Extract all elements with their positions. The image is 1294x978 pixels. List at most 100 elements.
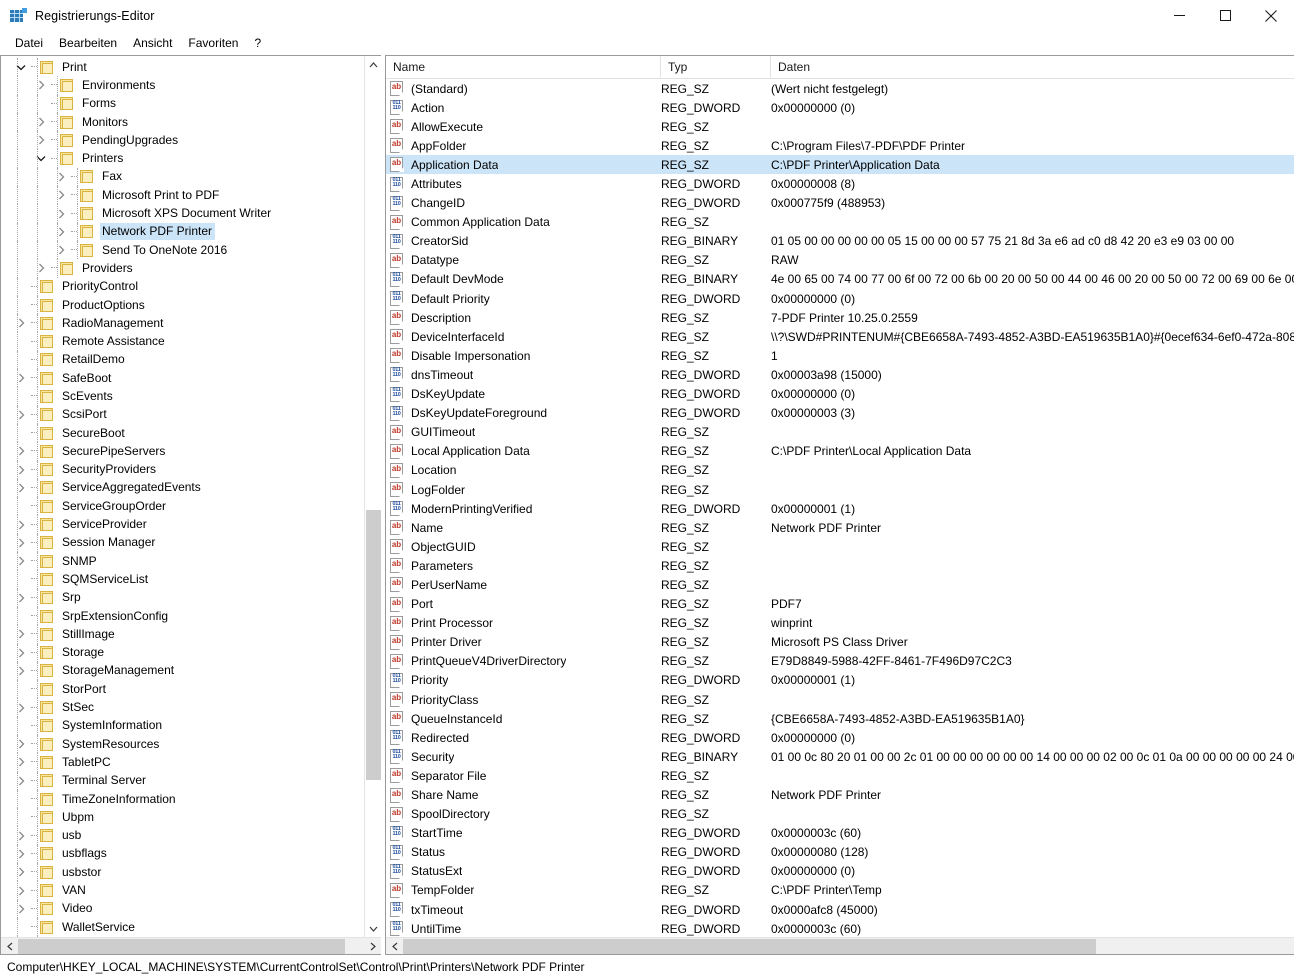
tree-node[interactable]: usb	[1, 826, 364, 845]
registry-value-row[interactable]: ab Share Name REG_SZ Network PDF Printer	[386, 785, 1294, 804]
registry-value-row[interactable]: 011 110 Redirected REG_DWORD 0x00000000 (0)	[386, 728, 1294, 747]
chevron-right-icon[interactable]	[13, 644, 29, 662]
registry-value-row[interactable]: 011 110 ChangeID REG_DWORD 0x000775f9 (48895…	[386, 194, 1294, 213]
tree-node[interactable]: Storage	[1, 643, 364, 662]
chevron-right-icon[interactable]	[13, 479, 29, 497]
tree-node[interactable]: Network PDF Printer	[1, 222, 364, 241]
chevron-down-icon[interactable]	[13, 58, 29, 76]
chevron-right-icon[interactable]	[13, 516, 29, 534]
tree-node[interactable]: ScEvents	[1, 387, 364, 406]
registry-value-row[interactable]: ab Application Data REG_SZ C:\PDF Printer\A…	[386, 155, 1294, 175]
registry-value-row[interactable]: ab PriorityClass REG_SZ	[386, 690, 1294, 709]
chevron-right-icon[interactable]	[13, 406, 29, 424]
tree-node[interactable]: wcncsvc	[1, 936, 364, 937]
registry-value-row[interactable]: ab PerUserName REG_SZ	[386, 575, 1294, 594]
tree-node[interactable]: TabletPC	[1, 753, 364, 772]
chevron-right-icon[interactable]	[33, 76, 49, 94]
registry-values-list[interactable]: ab (Standard) REG_SZ (Wert nicht festgelegt…	[386, 79, 1294, 937]
registry-value-row[interactable]: ab LogFolder REG_SZ	[386, 480, 1294, 499]
registry-value-row[interactable]: ab AppFolder REG_SZ C:\Program Files\7-PDF\…	[386, 136, 1294, 155]
tree-hscroll-track[interactable]	[18, 938, 364, 954]
chevron-right-icon[interactable]	[13, 936, 29, 937]
registry-value-row[interactable]: ab Name REG_SZ Network PDF Printer	[386, 518, 1294, 537]
tree-node[interactable]: Microsoft XPS Document Writer	[1, 204, 364, 223]
chevron-right-icon[interactable]	[33, 259, 49, 277]
registry-value-row[interactable]: 011 110 DsKeyUpdateForeground REG_DWORD 0x00…	[386, 404, 1294, 423]
chevron-right-icon[interactable]	[53, 223, 69, 241]
registry-value-row[interactable]: 011 110 ModernPrintingVerified REG_DWORD 0x0…	[386, 499, 1294, 518]
tree-horizontal-scrollbar[interactable]	[1, 937, 381, 954]
chevron-right-icon[interactable]	[13, 589, 29, 607]
registry-value-row[interactable]: ab Common Application Data REG_SZ	[386, 213, 1294, 232]
tree-node[interactable]: Session Manager	[1, 533, 364, 553]
list-scroll-left-button[interactable]	[386, 938, 403, 954]
tree-scroll-left-button[interactable]	[1, 938, 18, 954]
tree-node[interactable]: TimeZoneInformation	[1, 789, 364, 809]
chevron-right-icon[interactable]	[13, 461, 29, 479]
chevron-right-icon[interactable]	[13, 552, 29, 570]
chevron-right-icon[interactable]	[33, 113, 49, 131]
menu-favoriten[interactable]: Favoriten	[180, 34, 246, 53]
tree-node[interactable]: Send To OneNote 2016	[1, 240, 364, 260]
tree-node[interactable]: Monitors	[1, 112, 364, 132]
tree-scroll-thumb[interactable]	[366, 510, 381, 780]
tree-node[interactable]: SystemInformation	[1, 716, 364, 735]
tree-node[interactable]: Environments	[1, 76, 364, 95]
tree-node[interactable]: usbflags	[1, 844, 364, 864]
close-button[interactable]	[1248, 0, 1294, 32]
registry-value-row[interactable]: ab DeviceInterfaceId REG_SZ \\?\SWD#PRINTEN…	[386, 327, 1294, 346]
chevron-right-icon[interactable]	[13, 314, 29, 332]
tree-node[interactable]: Forms	[1, 94, 364, 113]
menu-hilfe[interactable]: ?	[246, 34, 269, 53]
tree-hscroll-thumb[interactable]	[18, 939, 345, 954]
registry-value-row[interactable]: 011 110 Status REG_DWORD 0x00000080 (128)	[386, 843, 1294, 862]
tree-node[interactable]: StorPort	[1, 680, 364, 699]
tree-node[interactable]: Video	[1, 899, 364, 918]
tree-node[interactable]: Terminal Server	[1, 771, 364, 790]
tree-scroll-right-button[interactable]	[364, 938, 381, 954]
registry-value-row[interactable]: ab GUITimeout REG_SZ	[386, 423, 1294, 442]
tree-node[interactable]: SafeBoot	[1, 369, 364, 388]
tree-scroll-up-button[interactable]	[365, 56, 381, 73]
chevron-right-icon[interactable]	[33, 131, 49, 149]
tree-node[interactable]: StorageManagement	[1, 661, 364, 681]
tree-node[interactable]: usbstor	[1, 863, 364, 882]
tree-node[interactable]: Microsoft Print to PDF	[1, 186, 364, 205]
tree-vertical-scrollbar[interactable]	[364, 56, 381, 937]
tree-node[interactable]: SrpExtensionConfig	[1, 606, 364, 626]
registry-value-row[interactable]: ab ObjectGUID REG_SZ	[386, 537, 1294, 556]
tree-node[interactable]: SNMP	[1, 552, 364, 571]
registry-value-row[interactable]: ab Port REG_SZ PDF7	[386, 595, 1294, 614]
tree-node[interactable]: Ubpm	[1, 808, 364, 827]
chevron-right-icon[interactable]	[53, 205, 69, 223]
registry-value-row[interactable]: ab AllowExecute REG_SZ	[386, 117, 1294, 136]
registry-value-row[interactable]: 011 110 UntilTime REG_DWORD 0x0000003c (60)	[386, 919, 1294, 937]
registry-value-row[interactable]: ab Datatype REG_SZ RAW	[386, 251, 1294, 270]
tree-node[interactable]: ServiceProvider	[1, 515, 364, 534]
tree-node[interactable]: ServiceGroupOrder	[1, 497, 364, 516]
tree-node[interactable]: Srp	[1, 588, 364, 607]
chevron-down-icon[interactable]	[33, 150, 49, 168]
registry-value-row[interactable]: ab SpoolDirectory REG_SZ	[386, 805, 1294, 824]
tree-node[interactable]: RetailDemo	[1, 350, 364, 370]
tree-node[interactable]: Providers	[1, 259, 364, 278]
tree-node[interactable]: Print	[1, 58, 364, 77]
menu-bearbeiten[interactable]: Bearbeiten	[51, 34, 125, 53]
chevron-right-icon[interactable]	[53, 186, 69, 204]
tree-node[interactable]: StillImage	[1, 625, 364, 644]
tree-node[interactable]: SQMServiceList	[1, 570, 364, 589]
registry-value-row[interactable]: ab Printer Driver REG_SZ Microsoft PS Class…	[386, 633, 1294, 652]
tree-node[interactable]: StSec	[1, 698, 364, 717]
chevron-right-icon[interactable]	[13, 735, 29, 753]
maximize-button[interactable]	[1202, 0, 1248, 32]
chevron-right-icon[interactable]	[13, 845, 29, 863]
list-horizontal-scrollbar[interactable]	[386, 937, 1294, 954]
tree-node[interactable]: VAN	[1, 881, 364, 900]
tree-node[interactable]: PendingUpgrades	[1, 131, 364, 150]
registry-value-row[interactable]: 011 110 StatusExt REG_DWORD 0x00000000 (0)	[386, 862, 1294, 881]
chevron-right-icon[interactable]	[13, 882, 29, 900]
registry-value-row[interactable]: ab (Standard) REG_SZ (Wert nicht festgelegt…	[386, 79, 1294, 98]
tree-scroll-down-button[interactable]	[365, 920, 381, 937]
registry-value-row[interactable]: ab Location REG_SZ	[386, 461, 1294, 480]
registry-value-row[interactable]: ab Disable Impersonation REG_SZ 1	[386, 346, 1294, 365]
